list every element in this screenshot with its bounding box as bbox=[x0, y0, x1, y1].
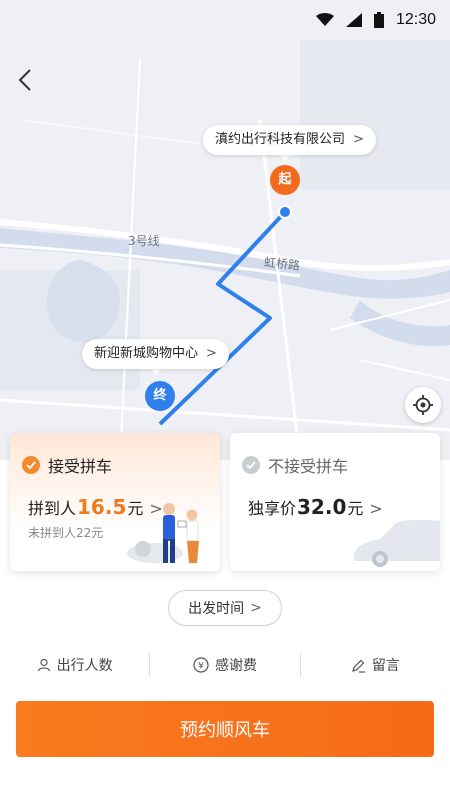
chevron-right-icon: > bbox=[206, 346, 217, 361]
accept-carpool-title: 接受拼车 bbox=[48, 457, 113, 476]
end-callout-tail bbox=[150, 368, 162, 375]
option-passenger-count[interactable]: 出行人数 bbox=[0, 655, 149, 675]
option-label: 感谢费 bbox=[214, 658, 257, 674]
back-button[interactable] bbox=[12, 62, 42, 98]
reject-price-value: 32.0 bbox=[297, 495, 347, 519]
accept-price-value: 16.5 bbox=[77, 495, 127, 519]
start-location-callout[interactable]: 滇约出行科技有限公司 > bbox=[203, 125, 376, 155]
chevron-left-icon bbox=[18, 69, 31, 91]
locate-button[interactable] bbox=[405, 387, 441, 423]
start-callout-tail bbox=[279, 154, 291, 161]
map-view[interactable]: 3号线 虹桥路 滇约出行科技有限公司 > 起 新迎新城购物中心 > 终 bbox=[0, 0, 450, 460]
person-icon bbox=[37, 658, 50, 672]
reject-price-prefix: 独享价 bbox=[248, 499, 297, 518]
chevron-right-icon: > bbox=[250, 600, 262, 616]
accept-no-match-price: 未拼到人22元 bbox=[28, 526, 104, 540]
street-label-line3: 3号线 bbox=[128, 234, 160, 248]
start-location-label: 滇约出行科技有限公司 bbox=[215, 132, 346, 147]
check-icon bbox=[22, 456, 40, 474]
option-thanks-fee[interactable]: ¥ 感谢费 bbox=[150, 655, 299, 675]
status-time: 12:30 bbox=[395, 11, 436, 28]
depart-time-label: 出发时间 bbox=[188, 601, 245, 617]
end-location-label: 新迎新城购物中心 bbox=[94, 346, 199, 361]
yen-icon: ¥ bbox=[193, 657, 209, 673]
option-label: 留言 bbox=[371, 658, 400, 674]
accept-carpool-header: 接受拼车 bbox=[22, 453, 112, 477]
option-message[interactable]: 留言 bbox=[301, 655, 450, 675]
battery-icon bbox=[373, 12, 384, 28]
reject-carpool-title: 不接受拼车 bbox=[268, 457, 349, 476]
street-label-hongqiao: 虹桥路 bbox=[263, 255, 301, 273]
crosshair-icon bbox=[413, 395, 433, 415]
accept-carpool-card[interactable]: 接受拼车 拼到人 16.5 元 > 未拼到人22元 bbox=[10, 433, 220, 571]
reject-carpool-header: 不接受拼车 bbox=[242, 453, 348, 477]
end-marker: 终 bbox=[145, 381, 175, 411]
status-bar: 12:30 bbox=[0, 0, 450, 40]
accept-price-prefix: 拼到人 bbox=[28, 499, 77, 518]
depart-time-button[interactable]: 出发时间 > bbox=[168, 590, 282, 626]
wifi-icon bbox=[315, 13, 334, 26]
book-ride-button[interactable]: 预约顺风车 bbox=[16, 701, 434, 757]
carpool-people-illustration bbox=[127, 503, 199, 563]
end-location-callout[interactable]: 新迎新城购物中心 > bbox=[82, 339, 229, 369]
map-canvas bbox=[0, 0, 450, 460]
option-label: 出行人数 bbox=[56, 658, 113, 674]
chevron-right-icon: > bbox=[353, 132, 364, 147]
svg-text:¥: ¥ bbox=[198, 662, 204, 672]
trip-options-row: 出行人数 ¥ 感谢费 留言 bbox=[0, 650, 450, 680]
reject-carpool-card[interactable]: 不接受拼车 独享价 32.0 元 > bbox=[230, 433, 440, 571]
edit-icon bbox=[351, 659, 365, 673]
start-marker: 起 bbox=[270, 165, 300, 195]
signal-icon bbox=[345, 13, 362, 27]
check-icon bbox=[242, 456, 260, 474]
car-illustration bbox=[354, 519, 440, 567]
